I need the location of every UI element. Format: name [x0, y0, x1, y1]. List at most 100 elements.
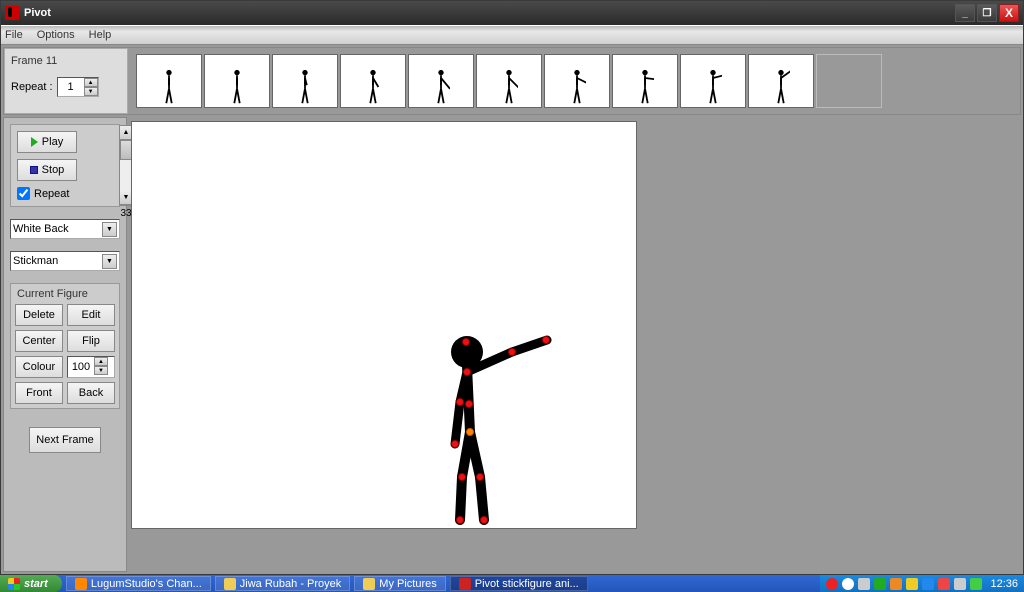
play-button[interactable]: Play: [17, 131, 77, 153]
repeat-checkbox[interactable]: [17, 187, 30, 200]
joint-shoulder[interactable]: [463, 368, 471, 376]
joint-mid[interactable]: [465, 400, 473, 408]
taskbar-item[interactable]: LugumStudio's Chan...: [66, 576, 211, 591]
menu-help[interactable]: Help: [89, 29, 112, 41]
colour-button[interactable]: Colour: [15, 356, 63, 378]
frame-thumb[interactable]: [272, 54, 338, 108]
frame-thumb[interactable]: [748, 54, 814, 108]
joint-knee-l[interactable]: [458, 473, 466, 481]
start-button[interactable]: start: [0, 575, 62, 592]
sidebar: Play Stop Repeat ▲: [3, 117, 127, 572]
next-frame-button[interactable]: Next Frame: [29, 427, 101, 453]
joint-hand-r[interactable]: [542, 336, 550, 344]
tray-icon[interactable]: [922, 578, 934, 590]
tray-icon[interactable]: [842, 578, 854, 590]
taskbar: start LugumStudio's Chan... Jiwa Rubah -…: [0, 575, 1024, 592]
scale-spinner[interactable]: ▲ ▼: [67, 356, 115, 378]
tray-icon[interactable]: [938, 578, 950, 590]
stop-icon: [30, 166, 38, 174]
folder-icon: [224, 578, 236, 590]
canvas[interactable]: [131, 121, 637, 529]
folder-icon: [363, 578, 375, 590]
tray-icon[interactable]: [954, 578, 966, 590]
spinner-down-icon[interactable]: ▼: [94, 366, 108, 375]
stick-figure[interactable]: [312, 332, 592, 532]
spinner-up-icon[interactable]: ▲: [84, 78, 98, 87]
playback-panel: Play Stop Repeat ▲: [10, 124, 120, 207]
background-dropdown[interactable]: White Back ▼: [10, 219, 120, 239]
app-icon: [459, 578, 471, 590]
menu-options[interactable]: Options: [37, 29, 75, 41]
taskbar-item[interactable]: My Pictures: [354, 576, 445, 591]
frame-thumb[interactable]: [340, 54, 406, 108]
play-label: Play: [42, 136, 63, 148]
joint-elbow-r[interactable]: [508, 348, 516, 356]
edit-button[interactable]: Edit: [67, 304, 115, 326]
current-figure-panel: Current Figure Delete Edit Center Flip C…: [10, 283, 120, 409]
front-button[interactable]: Front: [15, 382, 63, 404]
timeline-info: Frame 11 Repeat : ▲ ▼: [4, 48, 128, 114]
menubar: File Options Help: [1, 25, 1023, 45]
frame-thumb[interactable]: [136, 54, 202, 108]
play-icon: [31, 137, 38, 147]
figure-dropdown[interactable]: Stickman ▼: [10, 251, 120, 271]
tray-icon[interactable]: [874, 578, 886, 590]
frame-thumb[interactable]: [408, 54, 474, 108]
tray-icon[interactable]: [906, 578, 918, 590]
app-icon: [75, 578, 87, 590]
repeat-checkbox-row[interactable]: Repeat: [17, 187, 113, 200]
center-button[interactable]: Center: [15, 330, 63, 352]
joint-elbow-l[interactable]: [456, 398, 464, 406]
clock[interactable]: 12:36: [990, 578, 1018, 590]
figure-value: Stickman: [13, 255, 102, 267]
windows-logo-icon: [8, 578, 20, 590]
joint-hip-origin[interactable]: [466, 428, 474, 436]
app-icon: [5, 6, 19, 20]
tray-icon[interactable]: [890, 578, 902, 590]
scale-input[interactable]: [68, 357, 94, 377]
tray-icon[interactable]: [970, 578, 982, 590]
background-value: White Back: [13, 223, 102, 235]
repeat-label: Repeat :: [11, 81, 53, 93]
dropdown-arrow-icon[interactable]: ▼: [102, 254, 117, 269]
joint-hand-l[interactable]: [451, 440, 459, 448]
canvas-area: [127, 117, 1021, 572]
system-tray: 12:36: [820, 575, 1024, 592]
timeline-frames[interactable]: [128, 48, 1020, 114]
menu-file[interactable]: File: [5, 29, 23, 41]
titlebar: Pivot _ ❐ X: [1, 1, 1023, 25]
frame-thumb[interactable]: [204, 54, 270, 108]
start-label: start: [24, 578, 48, 590]
delete-button[interactable]: Delete: [15, 304, 63, 326]
spinner-up-icon[interactable]: ▲: [94, 357, 108, 366]
frame-thumb[interactable]: [544, 54, 610, 108]
joint-knee-r[interactable]: [476, 473, 484, 481]
back-button[interactable]: Back: [67, 382, 115, 404]
frame-repeat-input[interactable]: [58, 78, 84, 96]
close-button[interactable]: X: [999, 4, 1019, 22]
joint-foot-l[interactable]: [456, 516, 464, 524]
spinner-down-icon[interactable]: ▼: [84, 87, 98, 96]
taskbar-item-active[interactable]: Pivot stickfigure ani...: [450, 576, 588, 591]
frame-repeat-spinner[interactable]: ▲ ▼: [57, 77, 99, 97]
taskbar-item[interactable]: Jiwa Rubah - Proyek: [215, 576, 351, 591]
frame-thumb[interactable]: [476, 54, 542, 108]
flip-button[interactable]: Flip: [67, 330, 115, 352]
frame-count-label: Frame 11: [11, 55, 121, 67]
repeat-label: Repeat: [34, 188, 69, 200]
stop-label: Stop: [42, 164, 65, 176]
maximize-button[interactable]: ❐: [977, 4, 997, 22]
frame-thumb[interactable]: [680, 54, 746, 108]
joint-head[interactable]: [462, 338, 470, 346]
figure-panel-title: Current Figure: [15, 288, 115, 300]
stop-button[interactable]: Stop: [17, 159, 77, 181]
timeline: Frame 11 Repeat : ▲ ▼: [3, 47, 1021, 115]
frame-thumb[interactable]: [612, 54, 678, 108]
window-title: Pivot: [24, 7, 953, 19]
tray-icon[interactable]: [826, 578, 838, 590]
minimize-button[interactable]: _: [955, 4, 975, 22]
tray-icon[interactable]: [858, 578, 870, 590]
frame-thumb-next[interactable]: [816, 54, 882, 108]
dropdown-arrow-icon[interactable]: ▼: [102, 222, 117, 237]
joint-foot-r[interactable]: [480, 516, 488, 524]
